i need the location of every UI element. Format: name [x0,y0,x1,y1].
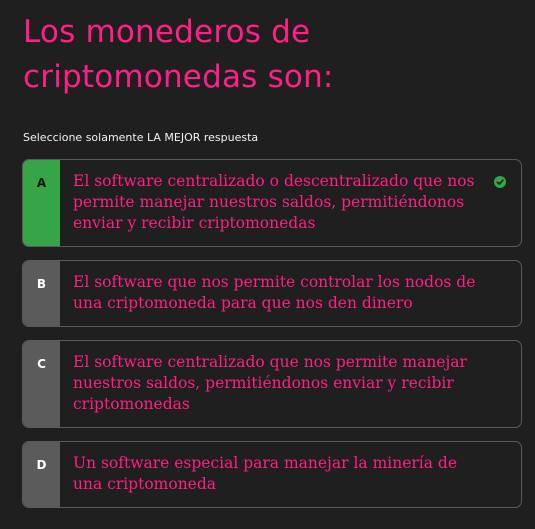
option-text: Un software especial para manejar la min… [73,454,458,493]
answer-option-b[interactable]: B El software que nos permite controlar … [22,260,522,327]
option-letter: C [37,357,46,371]
answer-option-d[interactable]: D Un software especial para manejar la m… [22,441,522,508]
instruction-text: Seleccione solamente LA MEJOR respuesta [23,131,259,144]
option-text: El software centralizado o descentraliza… [73,172,475,232]
option-text: El software centralizado que nos permite… [73,353,467,413]
question-title: Los monederos de criptomonedas son: [23,14,334,95]
option-text: El software que nos permite controlar lo… [73,273,476,312]
option-letter-box: C [23,341,60,427]
check-circle-icon [494,176,506,188]
answer-option-c[interactable]: C El software centralizado que nos permi… [22,340,522,428]
option-letter: D [36,458,47,472]
option-letter-box: D [23,442,60,507]
option-letter: B [36,277,47,291]
option-letter: A [36,176,47,190]
answer-option-a[interactable]: A El software centralizado o descentrali… [22,159,522,247]
option-letter-box: B [23,261,60,326]
option-letter-box: A [23,160,60,246]
